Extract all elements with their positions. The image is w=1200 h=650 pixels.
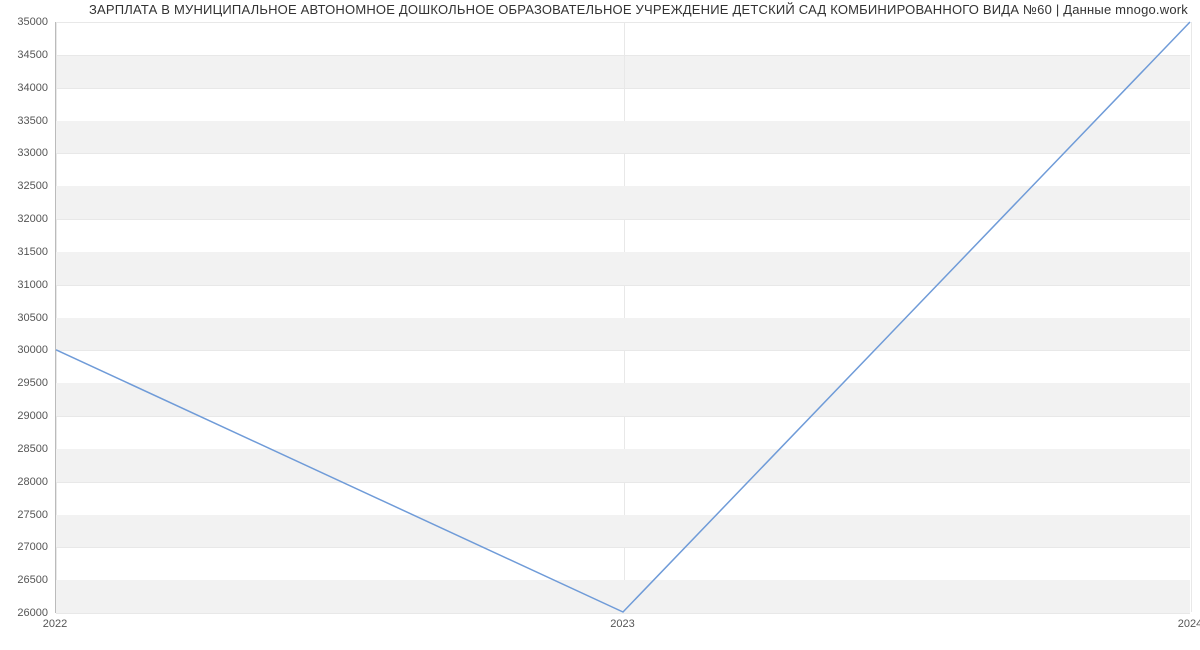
- x-tick-label: 2022: [43, 618, 67, 630]
- y-tick-label: 33500: [0, 115, 48, 127]
- y-tick-label: 27500: [0, 509, 48, 521]
- x-tick-label: 2024: [1178, 618, 1200, 630]
- y-tick-label: 28500: [0, 443, 48, 455]
- grid-line: [56, 613, 1190, 614]
- y-tick-label: 34000: [0, 82, 48, 94]
- y-tick-label: 31000: [0, 279, 48, 291]
- chart-title: ЗАРПЛАТА В МУНИЦИПАЛЬНОЕ АВТОНОМНОЕ ДОШК…: [8, 2, 1188, 17]
- y-tick-label: 30000: [0, 344, 48, 356]
- y-tick-label: 33000: [0, 147, 48, 159]
- y-tick-label: 34500: [0, 49, 48, 61]
- y-tick-label: 26000: [0, 607, 48, 619]
- y-tick-label: 26500: [0, 574, 48, 586]
- y-tick-label: 32500: [0, 180, 48, 192]
- grid-line: [1191, 22, 1192, 612]
- y-tick-label: 30500: [0, 312, 48, 324]
- y-tick-label: 29000: [0, 410, 48, 422]
- y-tick-label: 29500: [0, 377, 48, 389]
- plot-area: [55, 22, 1190, 613]
- y-tick-label: 27000: [0, 541, 48, 553]
- x-tick-label: 2023: [610, 618, 634, 630]
- chart-container: ЗАРПЛАТА В МУНИЦИПАЛЬНОЕ АВТОНОМНОЕ ДОШК…: [0, 0, 1200, 650]
- y-tick-label: 32000: [0, 213, 48, 225]
- y-tick-label: 35000: [0, 16, 48, 28]
- y-tick-label: 28000: [0, 476, 48, 488]
- line-series: [56, 22, 1190, 612]
- y-tick-label: 31500: [0, 246, 48, 258]
